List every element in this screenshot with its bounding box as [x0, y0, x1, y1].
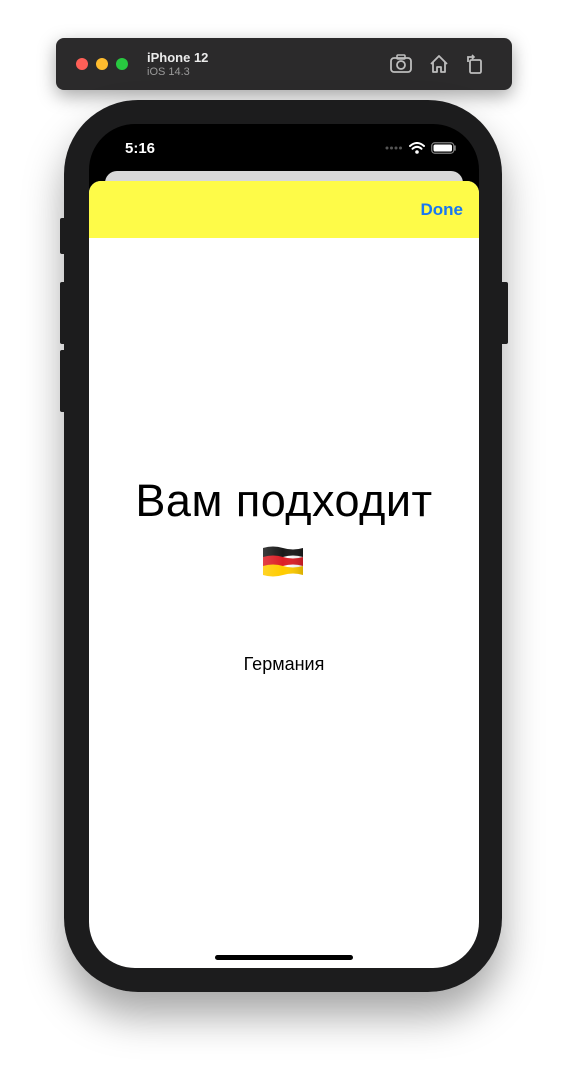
home-icon[interactable] [428, 53, 450, 75]
close-window-button[interactable] [76, 58, 88, 70]
signal-icon [385, 146, 402, 150]
navigation-bar: Done [89, 181, 479, 238]
notch [178, 124, 390, 156]
os-version: iOS 14.3 [147, 66, 190, 78]
done-button[interactable]: Done [421, 200, 464, 220]
result-headline: Вам подходит [135, 475, 433, 526]
modal-sheet: Done Вам подходит Германия [89, 181, 479, 968]
battery-icon [431, 142, 456, 154]
screenshot-icon[interactable] [389, 53, 413, 75]
status-icons [385, 142, 457, 154]
rotate-icon[interactable] [465, 53, 485, 75]
phone-screen: 5:16 Done Вам подходит Германия [89, 124, 479, 968]
wifi-icon [409, 142, 425, 154]
device-name: iPhone 12 [147, 50, 209, 65]
minimize-window-button[interactable] [96, 58, 108, 70]
status-time: 5:16 [125, 140, 156, 157]
germany-flag-icon [263, 546, 303, 577]
zoom-window-button[interactable] [116, 58, 128, 70]
home-indicator[interactable] [215, 955, 353, 960]
country-name: Германия [243, 654, 325, 674]
